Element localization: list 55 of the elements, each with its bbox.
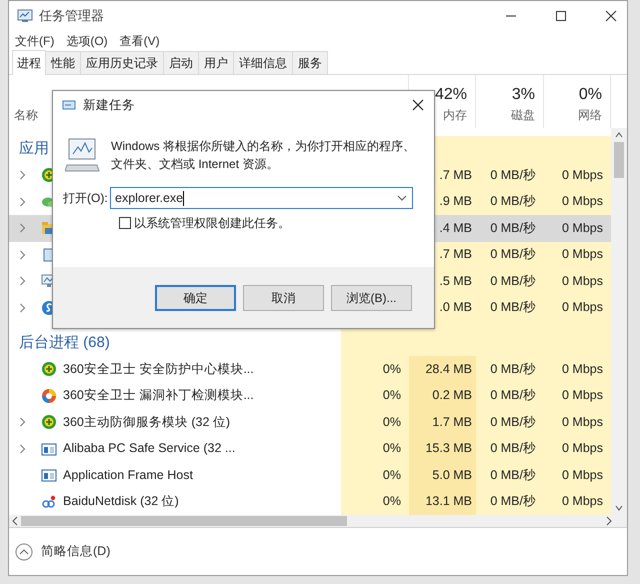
group-header: 应用 [19, 138, 49, 159]
window-title: 任务管理器 [39, 7, 104, 26]
table-cell-text: 0 Mbps [562, 246, 603, 264]
table-cell-text: 1.7 MB [432, 414, 472, 431]
table-cell-text: 0% [382, 360, 401, 378]
table-cell-text: 0 MB/秒 [490, 414, 536, 431]
field-label: 打开(O): [63, 190, 109, 207]
process-name: 360安全卫士 漏洞补丁检测模块... [63, 387, 254, 404]
table-cell-text: .7 MB [439, 166, 472, 184]
table-cell-text: 5.0 MB [432, 466, 472, 484]
table-cell-text: 0 Mbps [562, 387, 603, 404]
table-cell-text: 0 MB/秒 [490, 193, 536, 210]
table-cell-text: 0 MB/秒 [490, 272, 536, 290]
table-cell-text: 15.3 MB [425, 440, 472, 458]
table-cell-text: 0% [382, 466, 401, 484]
table-cell-text: 0 Mbps [562, 220, 603, 237]
table-cell-text: 0% [382, 440, 401, 458]
table-cell-text: 0 Mbps [562, 166, 603, 184]
process-name: 360安全卫士 安全防护中心模块... [63, 360, 254, 378]
table-cell-text: 0 Mbps [562, 466, 603, 484]
dialog-title: 新建任务 [83, 96, 135, 114]
table-cell-text: 0 MB/秒 [490, 440, 536, 458]
table-cell-text: .0 MB [439, 299, 472, 316]
table-cell-text: .9 MB [439, 193, 472, 210]
process-name: 360主动防御服务模块 (32 位) [63, 414, 230, 431]
process-name: Application Frame Host [63, 466, 193, 484]
process-name: Alibaba PC Safe Service (32 ... [63, 440, 236, 458]
table-cell-text: 0 Mbps [562, 440, 603, 458]
table-cell-text: 0 MB/秒 [490, 166, 536, 184]
process-name: BaiduNetdisk (32 位) [63, 493, 179, 510]
table-cell-text: 0 Mbps [562, 360, 603, 378]
table-cell-text: 0 MB/秒 [490, 360, 536, 378]
table-cell-text: 0 Mbps [562, 414, 603, 431]
table-cell-text: 0 MB/秒 [490, 387, 536, 404]
table-cell-text: 0.2 MB [432, 387, 472, 404]
group-header: 后台进程 (68) [19, 332, 110, 353]
table-cell-text: 0 Mbps [562, 299, 603, 316]
table-cell-text: .7 MB [439, 246, 472, 264]
table-cell-text: 0 Mbps [562, 272, 603, 290]
table-cell-text: 0% [382, 493, 401, 510]
table-cell-text: .5 MB [439, 272, 472, 290]
table-cell-text: 0% [382, 387, 401, 404]
table-cell-text: 13.1 MB [425, 493, 472, 510]
table-cell-text: .4 MB [439, 220, 472, 237]
table-cell-text: 0 MB/秒 [490, 220, 536, 237]
table-cell-text: 0 MB/秒 [490, 299, 536, 316]
table-cell-text: 0 MB/秒 [490, 493, 536, 510]
table-cell-text: 0 Mbps [562, 193, 603, 210]
table-cell-text: 0% [382, 414, 401, 431]
table-cell-text: 0 Mbps [562, 493, 603, 510]
checkbox-label: 以系统管理权限创建此任务。 [134, 215, 290, 232]
table-cell-text: 0 MB/秒 [490, 246, 536, 264]
table-cell-text: 0 MB/秒 [490, 466, 536, 484]
table-cell-text: 28.4 MB [425, 360, 472, 378]
description-text: Windows 将根据你所键入的名称，为你打开相应的程序、文件夹、文档或 Internet 资源。 [111, 138, 416, 173]
